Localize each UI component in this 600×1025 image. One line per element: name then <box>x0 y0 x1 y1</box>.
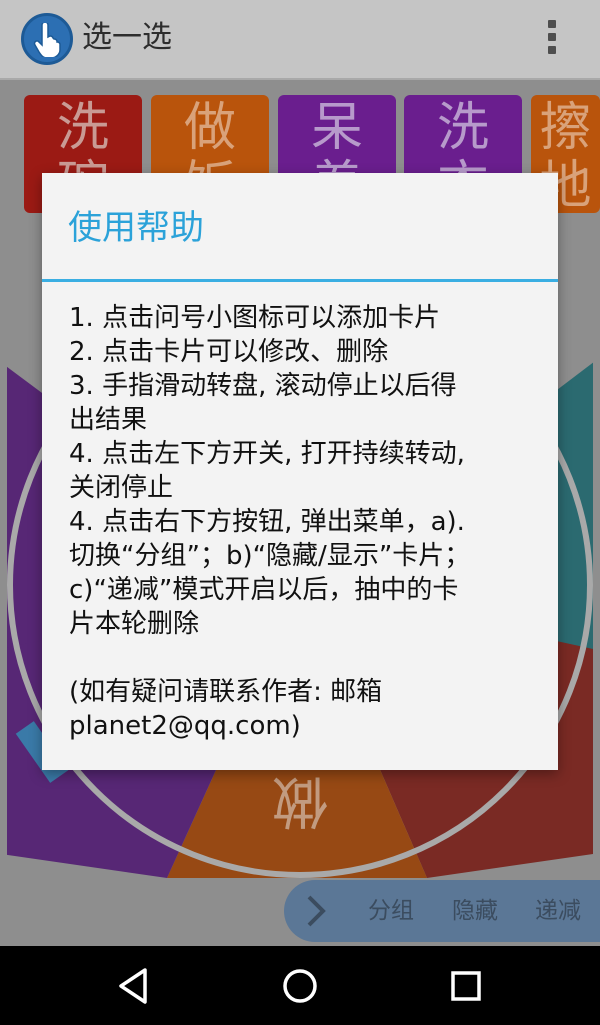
system-nav-bar <box>0 946 600 1025</box>
overflow-menu-icon[interactable] <box>541 20 563 60</box>
app-bar: 选一选 <box>0 0 600 80</box>
help-line: (如有疑问请联系作者: 邮箱 <box>69 677 383 707</box>
help-line: 2. 点击卡片可以修改、删除 <box>69 337 389 367</box>
group-button[interactable]: 分组 <box>368 897 414 925</box>
help-line: c)“递减”模式开启以后，抽中的卡 <box>69 575 459 605</box>
dialog-divider <box>42 279 558 282</box>
dialog-body: 1. 点击问号小图标可以添加卡片 2. 点击卡片可以修改、删除 3. 手指滑动转盘,… <box>69 301 539 743</box>
action-toolbar: 分组 隐藏 递减 <box>284 880 600 942</box>
wheel-bottom-label: 做 <box>272 768 328 833</box>
help-line: 4. 点击右下方按钮, 弹出菜单，a). <box>69 507 465 537</box>
help-line: 4. 点击左下方开关, 打开持续转动, <box>69 439 465 469</box>
chevron-right-icon[interactable] <box>304 894 328 928</box>
hide-button[interactable]: 隐藏 <box>452 897 498 925</box>
help-line: 片本轮删除 <box>69 609 200 639</box>
help-line: 切换“分组”；b)“隐藏/显示”卡片； <box>69 541 471 571</box>
decrease-button[interactable]: 递减 <box>535 897 581 925</box>
help-line: 关闭停止 <box>69 473 174 503</box>
help-dialog: 使用帮助 1. 点击问号小图标可以添加卡片 2. 点击卡片可以修改、删除 3. 手指… <box>42 173 558 770</box>
recents-icon[interactable] <box>444 964 488 1008</box>
app-title: 选一选 <box>82 20 172 55</box>
help-line: 1. 点击问号小图标可以添加卡片 <box>69 303 441 333</box>
help-line: planet2@qq.com) <box>69 711 301 741</box>
help-line: 3. 手指滑动转盘, 滚动停止以后得 <box>69 371 457 401</box>
back-icon[interactable] <box>111 964 155 1008</box>
home-icon[interactable] <box>278 964 322 1008</box>
hand-pointer-icon[interactable] <box>21 13 73 65</box>
help-line: 出结果 <box>69 405 148 435</box>
help-line <box>69 641 539 675</box>
dialog-title: 使用帮助 <box>68 208 204 248</box>
